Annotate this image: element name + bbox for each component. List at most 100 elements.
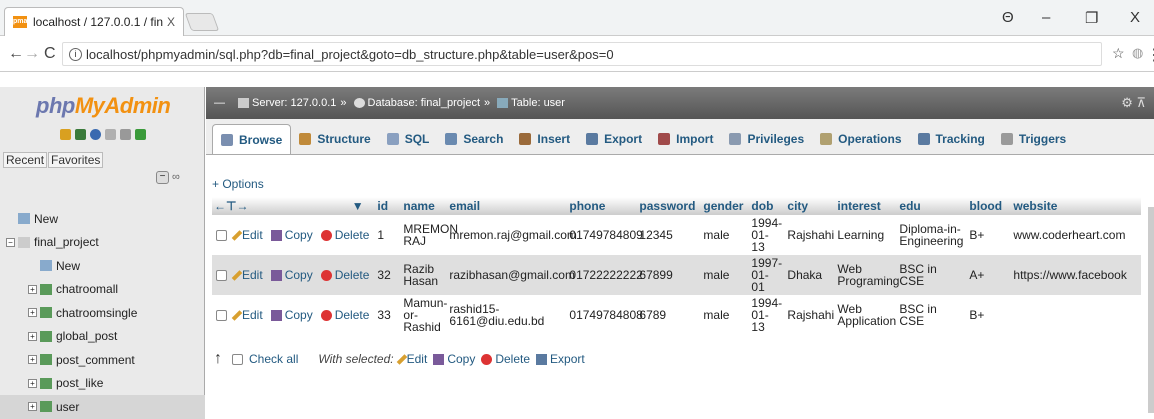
menu-kebab-icon[interactable]: ⋮ [1146,45,1154,65]
expand-icon[interactable]: + [28,355,37,365]
cell-blood[interactable]: B+ [965,215,1010,255]
cell-gender[interactable]: male [699,295,748,335]
cell-city[interactable]: Dhaka [783,255,834,295]
cell-password[interactable]: 12345 [635,215,700,255]
tab-import[interactable]: Import [650,124,721,154]
column-header-gender[interactable]: gender [699,197,748,215]
bulk-export-button[interactable]: Export [536,352,585,366]
expand-icon[interactable]: + [28,331,37,341]
breadcrumb-server[interactable]: Server: 127.0.0.1 [252,97,336,109]
extension-icon[interactable]: ◍ [1132,45,1143,61]
row-checkbox[interactable] [216,270,227,282]
tab-structure[interactable]: Structure [291,124,378,154]
cell-interest[interactable]: Web Programing [833,255,899,295]
tab-close-icon[interactable]: X [167,15,175,29]
sidebar-item-new[interactable]: New [0,207,205,231]
sidebar-item-user[interactable]: + user [0,395,205,419]
link-with-main-icon[interactable]: ∞ [172,171,180,183]
column-header-password[interactable]: password [635,197,700,215]
row-edit-button[interactable]: Edit [231,268,263,282]
cell-email[interactable]: mremon.raj@gmail.com [445,215,577,255]
row-copy-button[interactable]: Copy [270,268,313,282]
expand-icon[interactable]: + [28,284,37,294]
cell-password[interactable]: 67899 [635,255,700,295]
cell-name[interactable]: Razib Hasan [399,255,446,295]
sort-arrows-header[interactable]: ←⊤→ ▼ [212,197,374,215]
cell-interest[interactable]: Learning [833,215,896,255]
logout-icon[interactable] [75,129,86,140]
bulk-delete-button[interactable]: Delete [481,352,530,366]
info-icon[interactable]: i [69,47,82,61]
cell-edu[interactable]: BSC in CSE [895,255,966,295]
column-header-id[interactable]: id [373,197,400,215]
cell-password[interactable]: 6789 [635,295,700,335]
sidebar-item-final-project[interactable]: − final_project [0,231,205,255]
sidebar-item-global-post[interactable]: + global_post [0,325,205,349]
sidebar-item-chatroomall[interactable]: + chatroomall [0,278,205,302]
tab-operations[interactable]: Operations [812,124,909,154]
row-edit-button[interactable]: Edit [231,228,263,242]
docs-icon[interactable] [105,129,116,140]
column-header-edu[interactable]: edu [895,197,966,215]
sidebar-item-post-comment[interactable]: + post_comment [0,348,205,372]
cell-edu[interactable]: Diploma-in-Engineering [895,215,966,255]
expand-icon[interactable]: + [28,402,37,412]
collapse-sidebar-icon[interactable]: — [214,97,225,109]
tab-search[interactable]: Search [437,124,511,154]
reload-icon[interactable]: C [44,45,56,63]
check-all-checkbox[interactable] [232,353,243,365]
cell-website[interactable] [1009,295,1142,335]
favorites-tab[interactable]: Favorites [48,152,104,168]
cell-dob[interactable]: 1997-01-01 [747,255,784,295]
back-icon[interactable]: ← [8,45,24,63]
column-header-email[interactable]: email [445,197,566,215]
cell-gender[interactable]: male [699,255,748,295]
cell-dob[interactable]: 1994-01-13 [747,295,784,335]
sidebar-item-post-like[interactable]: + post_like [0,372,205,396]
reload-nav-icon[interactable] [135,129,146,140]
column-sort-dropdown-icon[interactable]: ▼ [352,199,364,213]
home-icon[interactable] [60,129,71,140]
cell-blood[interactable]: B+ [965,295,1010,335]
settings-gear-icon[interactable]: ⚙ ⊼ [1121,95,1146,111]
cell-id[interactable]: 33 [373,295,400,335]
close-window-button[interactable]: X [1130,9,1140,26]
cell-email[interactable]: rashid15-6161@diu.edu.bd [445,295,566,335]
tab-sql[interactable]: SQL [379,124,438,154]
row-edit-button[interactable]: Edit [231,308,263,322]
tab-tracking[interactable]: Tracking [910,124,993,154]
restore-button[interactable]: ❐ [1085,9,1098,27]
cell-id[interactable]: 1 [373,215,400,255]
recent-tab[interactable]: Recent [3,152,48,168]
browser-tab[interactable]: pma localhost / 127.0.0.1 / fin X [4,7,184,36]
cell-website[interactable]: https://www.facebook [1009,255,1142,295]
cell-city[interactable]: Rajshahi [783,295,834,335]
cell-id[interactable]: 32 [373,255,400,295]
breadcrumb-table[interactable]: Table: user [511,97,565,109]
cell-interest[interactable]: Web Application [833,295,896,335]
expand-icon[interactable]: + [28,378,37,388]
column-header-blood[interactable]: blood [965,197,1010,215]
cell-phone[interactable]: 01749784808 [565,295,643,335]
cell-blood[interactable]: A+ [965,255,1010,295]
column-header-interest[interactable]: interest [833,197,896,215]
cell-edu[interactable]: BSC in CSE [895,295,966,335]
bulk-edit-button[interactable]: Edit [396,352,427,366]
cell-email[interactable]: razibhasan@gmail.com [445,255,575,295]
new-tab-button[interactable] [184,13,220,31]
column-header-website[interactable]: website [1009,197,1142,215]
bulk-copy-button[interactable]: Copy [433,352,475,366]
settings-icon[interactable] [120,129,131,140]
sidebar-item-new[interactable]: New [0,254,205,278]
collapse-all-icon[interactable]: − [156,171,169,184]
bookmark-star-icon[interactable]: ☆ [1112,45,1125,62]
vertical-scrollbar[interactable] [1148,207,1154,413]
url-field[interactable]: i localhost/phpmyadmin/sql.php?db=final_… [62,42,1102,66]
cell-dob[interactable]: 1994-01-13 [747,215,784,255]
minimize-button[interactable]: – [1042,9,1050,26]
collapse-icon[interactable]: − [6,237,15,247]
column-header-phone[interactable]: phone [565,197,636,215]
column-header-name[interactable]: name [399,197,446,215]
cell-gender[interactable]: male [699,215,748,255]
check-all-label[interactable]: Check all [249,352,298,366]
